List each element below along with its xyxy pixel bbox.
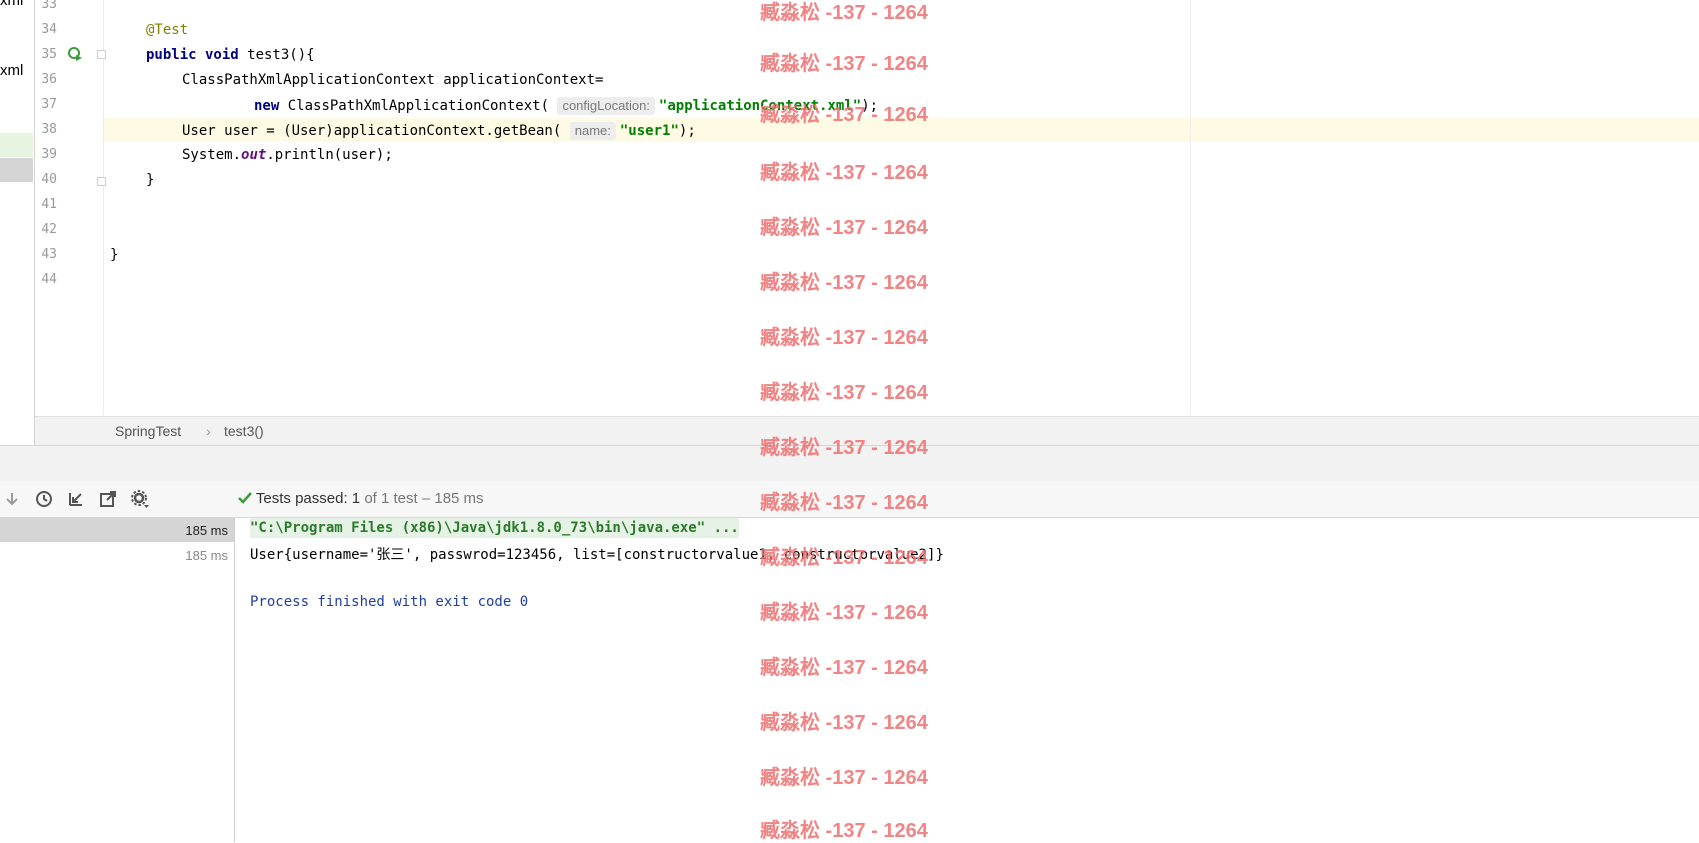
console-output-line: User{username='张三', passwrod=123456, lis… <box>250 547 944 563</box>
keyword-token: public void <box>146 47 239 63</box>
code-line-38: User user = (User)applicationContext.get… <box>182 122 696 140</box>
project-panel: xml xml <box>0 0 35 445</box>
line-number: 35 <box>41 47 57 62</box>
fold-icon[interactable] <box>97 50 106 59</box>
console-command-line: "C:\Program Files (x86)\Java\jdk1.8.0_73… <box>250 518 739 538</box>
parameter-hint: name: <box>569 122 616 140</box>
line-number: 33 <box>41 0 57 12</box>
code-editor[interactable]: 33 34 35 36 37 38 39 40 41 42 43 44 @Tes… <box>35 0 1699 415</box>
code-text: test3(){ <box>238 47 315 63</box>
line-number: 34 <box>41 22 57 37</box>
code-line-39: System.out.println(user); <box>182 147 393 163</box>
run-test-icon[interactable] <box>67 46 83 62</box>
code-line-34: @Test <box>146 22 188 38</box>
code-text: System. <box>182 147 242 163</box>
test-status: Tests passed: 1 of 1 test – 185 ms <box>238 490 484 507</box>
project-file-label[interactable]: xml <box>0 62 23 79</box>
code-line-43: } <box>110 247 118 263</box>
code-text: ClassPathXmlApplicationContext( <box>279 98 550 114</box>
code-text: ClassPathXmlApplicationContext applicati… <box>182 72 604 88</box>
test-duration: 185 ms <box>185 548 228 563</box>
breadcrumb: SpringTest › test3() <box>35 416 1699 445</box>
line-number: 39 <box>41 147 57 162</box>
right-margin-guide <box>1190 0 1191 415</box>
line-number: 43 <box>41 247 57 262</box>
line-number: 42 <box>41 222 57 237</box>
code-text: } <box>110 247 119 263</box>
line-number: 41 <box>41 197 57 212</box>
project-selected-row[interactable] <box>0 133 33 157</box>
line-number: 36 <box>41 72 57 87</box>
history-clock-icon[interactable] <box>34 489 54 509</box>
arrow-down-icon[interactable] <box>2 489 22 509</box>
console-output[interactable]: "C:\Program Files (x86)\Java\jdk1.8.0_73… <box>235 518 1699 842</box>
tree-row-selected[interactable]: 185 ms <box>0 518 234 542</box>
code-line-37: new ClassPathXmlApplicationContext( conf… <box>254 97 878 115</box>
line-number: 37 <box>41 97 57 112</box>
keyword-token: new <box>254 98 280 114</box>
status-prefix: Tests passed: <box>255 490 348 507</box>
code-text: } <box>146 172 155 188</box>
code-text: User user = (User)applicationContext.get… <box>182 123 562 139</box>
code-text: .println(user); <box>266 147 393 163</box>
line-number: 40 <box>41 172 57 187</box>
console-exit-line: Process finished with exit code 0 <box>250 594 529 610</box>
test-runner-toolbar: Tests passed: 1 of 1 test – 185 ms <box>0 481 1699 518</box>
status-suffix: of 1 test – 185 ms <box>364 490 484 507</box>
export-tests-icon[interactable] <box>98 489 118 509</box>
test-duration: 185 ms <box>185 523 228 538</box>
breadcrumb-separator: › <box>206 423 211 439</box>
breadcrumb-class[interactable]: SpringTest <box>115 423 181 439</box>
field-token: out <box>241 147 267 163</box>
import-tests-icon[interactable] <box>66 489 86 509</box>
code-text: ); <box>861 98 879 114</box>
check-icon <box>238 492 252 504</box>
test-results-tree: 185 ms 185 ms <box>0 518 235 842</box>
string-token: "user1" <box>619 123 679 139</box>
parameter-hint: configLocation: <box>557 97 655 115</box>
code-line-35: public void test3(){ <box>146 47 315 63</box>
line-number: 38 <box>41 122 57 137</box>
breadcrumb-method[interactable]: test3() <box>224 423 264 439</box>
editor-gutter: 33 34 35 36 37 38 39 40 41 42 43 44 <box>35 0 106 415</box>
code-text: ); <box>678 123 696 139</box>
status-count: 1 <box>351 490 361 507</box>
code-line-40: } <box>146 172 154 188</box>
project-file-label[interactable]: xml <box>0 0 23 9</box>
tree-row[interactable]: 185 ms <box>0 543 234 567</box>
fold-icon[interactable] <box>97 177 106 186</box>
line-number: 44 <box>41 272 57 287</box>
run-tool-window-header <box>0 445 1699 482</box>
settings-gear-icon[interactable] <box>130 489 150 509</box>
project-hover-row[interactable] <box>0 158 33 182</box>
annotation-token: @Test <box>146 22 189 38</box>
code-line-36: ClassPathXmlApplicationContext applicati… <box>182 72 603 88</box>
string-token: "applicationContext.xml" <box>658 98 862 114</box>
